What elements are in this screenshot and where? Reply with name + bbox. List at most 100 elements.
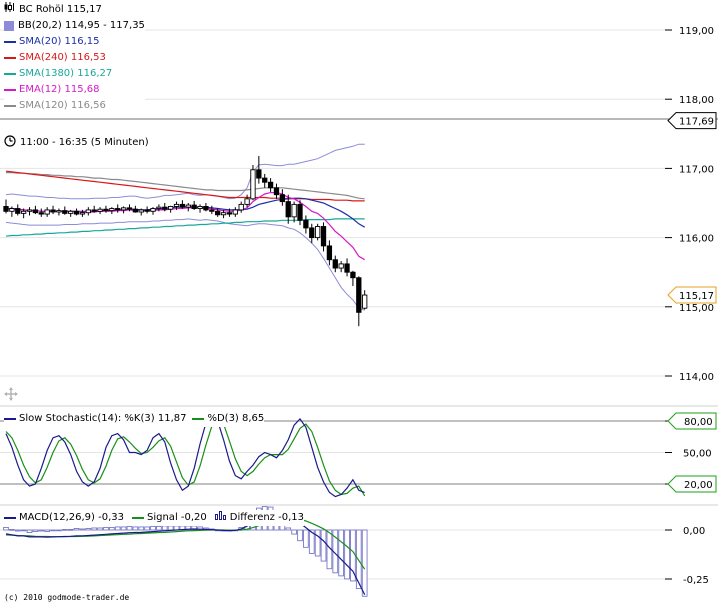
candle-body [68, 210, 74, 214]
histogram-bar [144, 526, 150, 531]
histogram-bar [344, 529, 350, 580]
stochastic-legend: Slow Stochastic(14): %K(3) 11,87 %D(3) 8… [4, 411, 265, 427]
diff-label: Differenz -0,13 [229, 512, 304, 523]
clock-icon [4, 135, 16, 150]
price-marker-high-label: 117,69 [679, 117, 714, 128]
histogram-bar [79, 528, 86, 531]
histogram-bar [361, 529, 368, 597]
legend-item: SMA(240) 116,53 [4, 50, 145, 66]
histogram-bar [126, 525, 133, 531]
candle-body [362, 294, 368, 309]
histogram-bar [91, 527, 98, 531]
instrument-row: BC Rohöl 115,17 [4, 2, 145, 18]
instrument-label: BC Rohöl 115,17 [19, 4, 102, 15]
candle-body [338, 263, 344, 269]
signal-swatch [132, 517, 144, 519]
candle-body [244, 198, 250, 205]
signal-label: Signal -0,20 [147, 512, 207, 523]
histogram-bar [38, 529, 45, 532]
candle-body [185, 204, 191, 208]
candle-body [326, 245, 333, 261]
histogram-icon [214, 510, 226, 526]
candle-body [3, 206, 9, 212]
legend-item: EMA(12) 115,68 [4, 82, 145, 98]
candle-body [267, 181, 274, 189]
candle-body [73, 210, 80, 215]
ema12-line [5, 192, 365, 261]
candle-body [173, 203, 180, 207]
legend-swatch [4, 89, 16, 91]
candle-body [44, 209, 50, 215]
stoch-d-label: %D(3) 8,65 [207, 413, 265, 424]
candle-body [103, 208, 109, 212]
legend-item: SMA(120) 116,56 [4, 98, 145, 114]
y-tick-label: 119,00 [679, 26, 714, 37]
legend-item: BB(20,2) 114,95 - 117,35 [4, 18, 145, 34]
legend-swatch [4, 57, 16, 59]
histogram-bar [85, 528, 92, 531]
histogram-bar [56, 529, 62, 532]
candle-body [262, 177, 268, 183]
candle-body [320, 226, 327, 247]
candle-body [356, 277, 362, 313]
legend-label: SMA(240) 116,53 [19, 52, 106, 63]
candle-body [150, 208, 156, 212]
histogram-bar [14, 529, 21, 532]
histogram-bar [285, 527, 292, 531]
histogram-bar [26, 529, 33, 533]
y-tick-label: 118,00 [679, 95, 714, 106]
legend-swatch [4, 105, 16, 107]
legend-swatch [4, 41, 16, 43]
legend-item: SMA(20) 116,15 [4, 34, 145, 50]
candle-body [179, 203, 186, 208]
candle-body [138, 209, 144, 213]
candle-body [126, 207, 133, 210]
histogram-bar [156, 525, 162, 531]
candle-body [309, 227, 315, 239]
candle-body [273, 187, 280, 196]
candle-body [79, 212, 86, 215]
candle-body [50, 209, 56, 213]
candle-body [350, 271, 356, 279]
candle-body [250, 169, 256, 200]
price-legend: BC Rohöl 115,17 BB(20,2) 114,95 - 117,35… [4, 2, 145, 114]
candle-body [144, 209, 150, 212]
candle-body [9, 208, 15, 212]
candle-body [256, 169, 262, 179]
candle-body [314, 226, 321, 239]
candle-body [32, 209, 39, 214]
y-tick-label: 117,00 [679, 164, 714, 175]
stoch-d-swatch [192, 418, 205, 420]
histogram-bar [161, 525, 168, 531]
histogram-bar [291, 529, 297, 535]
histogram-bar [108, 527, 115, 531]
y-tick-label: 20,00 [684, 480, 713, 491]
candle-body [85, 209, 91, 214]
y-tick-label: 50,00 [683, 449, 712, 460]
histogram-bar [314, 529, 321, 557]
histogram-bar [114, 526, 121, 531]
legend-label: BB(20,2) 114,95 - 117,35 [18, 20, 145, 31]
histogram-bar [20, 529, 27, 532]
candle-body [209, 209, 215, 212]
candle-body [291, 203, 297, 218]
legend-swatch [4, 21, 14, 31]
move-icon[interactable] [4, 386, 18, 401]
legend-label: SMA(120) 116,56 [19, 100, 106, 111]
y-tick-label: 116,00 [679, 234, 714, 245]
candle-body [285, 201, 291, 218]
legend-swatch [4, 73, 16, 75]
histogram-bar [9, 529, 15, 531]
histogram-bar [338, 529, 345, 577]
candle-body [91, 209, 97, 212]
macd-label: MACD(12,26,9) -0,33 [19, 512, 124, 523]
legend-label: EMA(12) 115,68 [19, 84, 100, 95]
histogram-bar [67, 529, 74, 531]
legend-label: SMA(1380) 116,27 [19, 68, 113, 79]
y-tick-label: 114,00 [679, 372, 714, 383]
histogram-bar [138, 526, 145, 531]
histogram-bar [32, 529, 39, 532]
candlestick-icon [4, 2, 15, 18]
candle-body [162, 206, 168, 210]
candle-body [62, 210, 68, 214]
